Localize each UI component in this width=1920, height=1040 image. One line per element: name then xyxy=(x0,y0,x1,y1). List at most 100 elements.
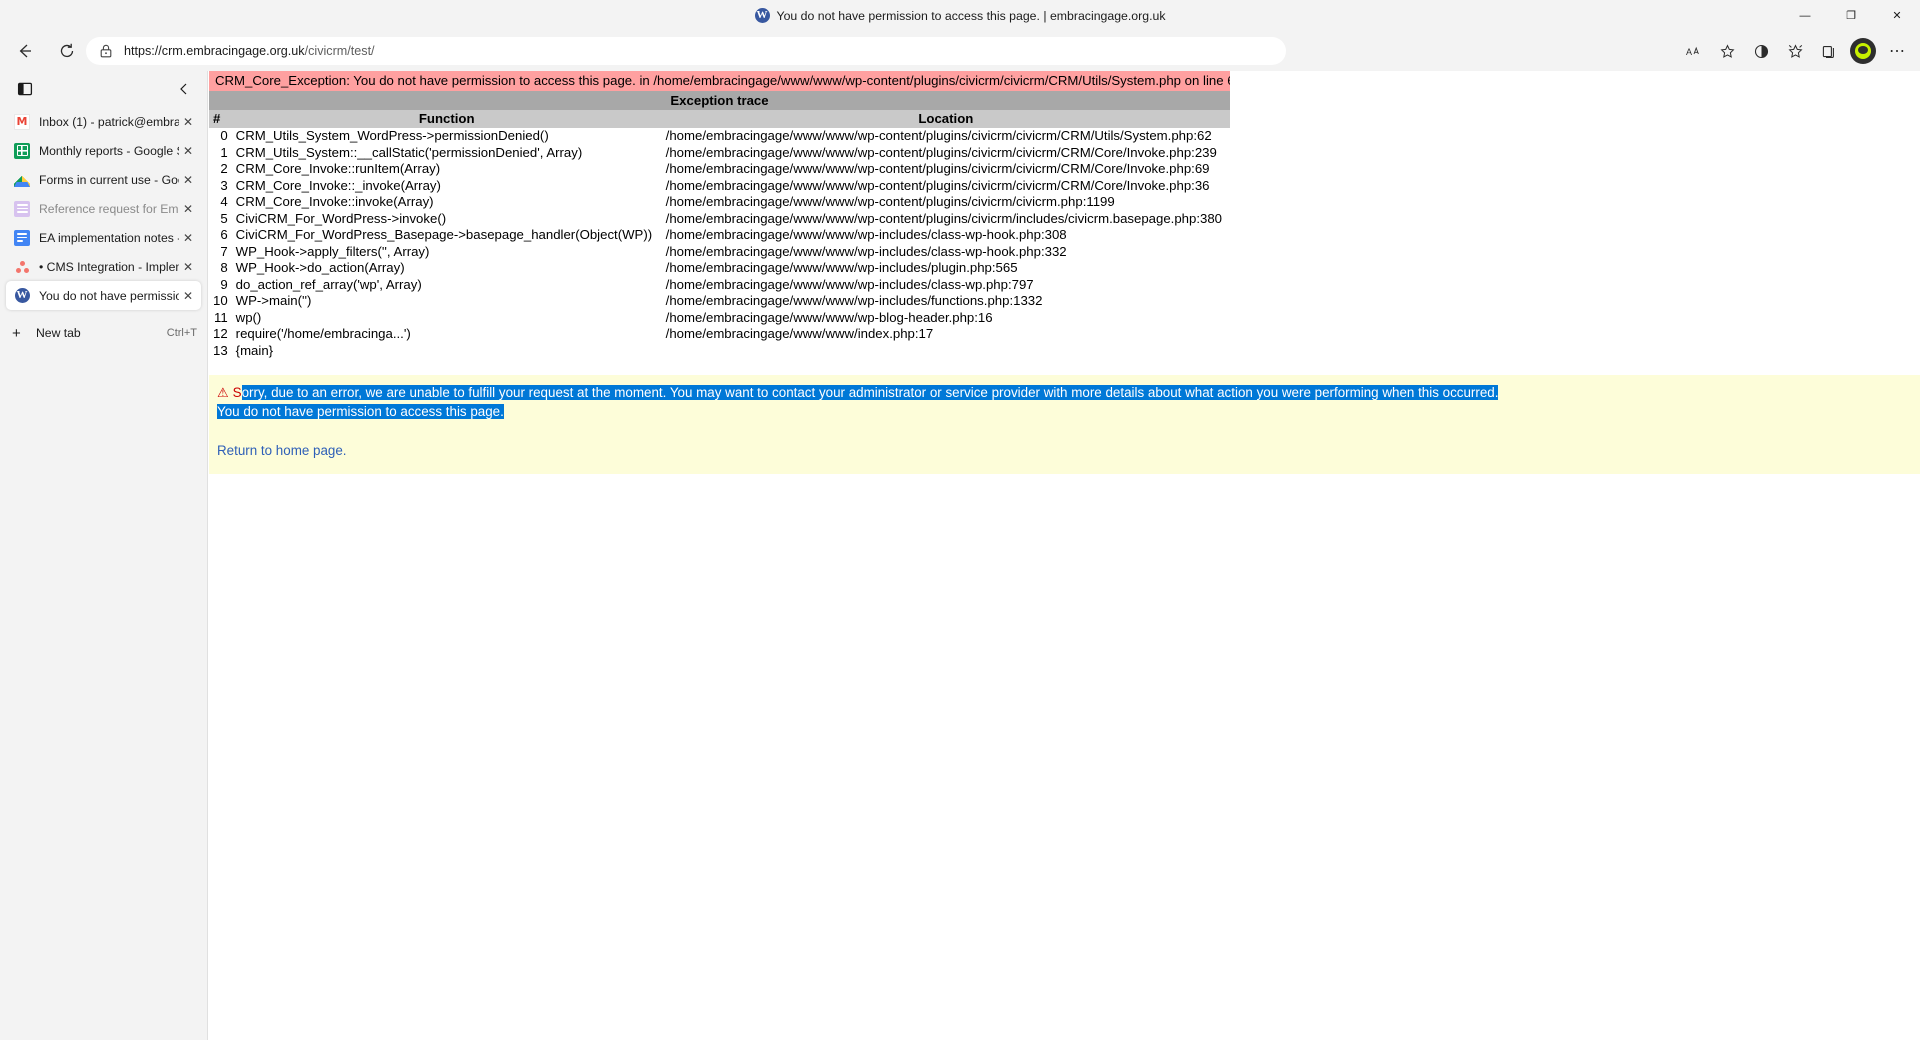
tab-label: Reference request for Embracing xyxy=(39,201,179,216)
google-drive-icon xyxy=(14,172,30,188)
wordpress-icon: W xyxy=(754,8,770,23)
return-home-link[interactable]: Return to home page. xyxy=(217,443,347,458)
gmail-icon: M xyxy=(14,113,30,130)
trace-location: /home/embracingage/www/www/wp-includes/c… xyxy=(665,276,1034,292)
tab-label: Inbox (1) - patrick@embracinga xyxy=(39,114,179,129)
back-button[interactable] xyxy=(8,36,42,66)
tab-item-active-wordpress[interactable]: W You do not have permission to ac ✕ xyxy=(6,281,201,310)
tab-item-cms-integration[interactable]: • CMS Integration - Implement a ✕ xyxy=(6,252,201,281)
tab-close-button[interactable]: ✕ xyxy=(179,171,197,189)
trace-function: CRM_Utils_System_WordPress->permissionDe… xyxy=(235,128,549,143)
tab-label: EA implementation notes - Goog xyxy=(39,230,179,245)
table-row: 8 WP_Hook->do_action(Array) /home/embracin… xyxy=(209,260,1230,277)
tab-item-google-drive[interactable]: Forms in current use - Google Dri ✕ xyxy=(6,165,201,194)
settings-and-more-icon[interactable]: ⋯ xyxy=(1882,36,1912,66)
tab-close-button[interactable]: ✕ xyxy=(179,200,197,218)
trace-index: 8 xyxy=(220,260,228,275)
table-row: 10 WP->main('') /home/embracingage/www/www… xyxy=(209,293,1230,310)
tab-item-google-forms[interactable]: Reference request for Embracing ✕ xyxy=(6,194,201,223)
column-header-function: Function xyxy=(231,110,662,128)
vertical-tabs-sidebar: M Inbox (1) - patrick@embracinga ✕ Month… xyxy=(0,71,208,1040)
trace-location: /home/embracingage/www/www/wp-content/pl… xyxy=(665,161,1210,176)
wordpress-icon: W xyxy=(14,288,30,303)
column-header-num: # xyxy=(209,110,232,128)
table-row: 6 CiviCRM_For_WordPress_Basepage->basepag… xyxy=(209,227,1230,244)
read-aloud-icon[interactable]: A xyxy=(1678,36,1708,66)
warning-lead-char: S xyxy=(232,385,242,400)
trace-index: 6 xyxy=(220,227,228,242)
tab-close-button[interactable]: ✕ xyxy=(179,113,197,131)
new-tab-shortcut: Ctrl+T xyxy=(166,327,197,339)
trace-index: 13 xyxy=(213,342,228,358)
collapse-sidebar-icon[interactable] xyxy=(171,76,197,102)
profile-avatar[interactable] xyxy=(1848,36,1878,66)
trace-location: /home/embracingage/www/www/wp-blog-heade… xyxy=(665,309,993,325)
trace-index: 11 xyxy=(213,309,228,325)
trace-function: WP_Hook->apply_filters('', Array) xyxy=(235,243,430,259)
trace-function: CRM_Core_Invoke::invoke(Array) xyxy=(235,194,434,209)
back-arrow-icon xyxy=(19,44,31,58)
minimize-button[interactable]: — xyxy=(1782,0,1828,31)
trace-location: /home/embracingage/www/www/wp-content/pl… xyxy=(665,177,1210,193)
trace-location: /home/embracingage/www/www/wp-content/pl… xyxy=(665,194,1115,209)
warning-line-2: You do not have permission to access thi… xyxy=(217,403,1912,421)
trace-location: /home/embracingage/www/www/wp-includes/c… xyxy=(665,243,1067,259)
trace-index: 3 xyxy=(220,177,228,193)
tab-actions-icon[interactable] xyxy=(12,76,38,102)
tab-close-button[interactable]: ✕ xyxy=(179,142,197,160)
trace-location: /home/embracingage/www/www/wp-includes/c… xyxy=(665,227,1067,242)
window-controls: — ❐ ✕ xyxy=(1782,0,1920,31)
url-path: /civicrm/test/ xyxy=(304,44,375,58)
page-content: CRM_Core_Exception: You do not have perm… xyxy=(209,71,1920,1040)
cluster-icon xyxy=(14,259,30,275)
trace-index: 1 xyxy=(220,144,228,160)
trace-function: require('/home/embracinga...') xyxy=(235,326,411,341)
trace-index: 2 xyxy=(220,161,228,176)
refresh-button[interactable] xyxy=(50,36,84,66)
new-tab-button[interactable]: + New tab Ctrl+T xyxy=(0,318,207,348)
add-favorite-icon[interactable] xyxy=(1712,36,1742,66)
trace-location: /home/embracingage/www/www/wp-content/pl… xyxy=(665,210,1223,226)
favorites-icon[interactable] xyxy=(1780,36,1810,66)
tab-label: You do not have permission to ac xyxy=(39,288,179,303)
address-bar[interactable]: https://crm.embracingage.org.uk/civicrm/… xyxy=(86,37,1286,65)
table-row: 13 {main} xyxy=(209,343,1230,360)
tab-list: M Inbox (1) - patrick@embracinga ✕ Month… xyxy=(0,107,207,310)
trace-index: 7 xyxy=(220,243,228,259)
trace-function: CiviCRM_For_WordPress->invoke() xyxy=(235,210,447,226)
google-forms-icon xyxy=(14,200,30,217)
trace-location: /home/embracingage/www/www/index.php:17 xyxy=(665,326,934,341)
new-tab-label: New tab xyxy=(36,326,81,340)
table-row: 7 WP_Hook->apply_filters('', Array) /home/… xyxy=(209,244,1230,261)
table-row: 1 CRM_Utils_System::__callStatic('permiss… xyxy=(209,145,1230,162)
tab-close-button[interactable]: ✕ xyxy=(179,229,197,247)
url-host: https://crm.embracingage.org.uk xyxy=(124,44,305,58)
trace-function: CRM_Core_Invoke::runItem(Array) xyxy=(235,161,441,176)
tab-label: Monthly reports - Google Sheets xyxy=(39,143,179,158)
trace-index: 4 xyxy=(220,194,228,209)
trace-location xyxy=(662,343,1230,360)
table-row: 2 CRM_Core_Invoke::runItem(Array) /home/em… xyxy=(209,161,1230,178)
tab-item-gmail[interactable]: M Inbox (1) - patrick@embracinga ✕ xyxy=(6,107,201,136)
tab-item-google-docs[interactable]: EA implementation notes - Goog ✕ xyxy=(6,223,201,252)
trace-index: 12 xyxy=(213,326,228,341)
tab-close-button[interactable]: ✕ xyxy=(179,258,197,276)
column-header-location: Location xyxy=(661,110,1230,128)
trace-index: 0 xyxy=(220,128,228,143)
google-docs-icon xyxy=(14,229,30,246)
trace-function: CiviCRM_For_WordPress_Basepage->basepage… xyxy=(235,227,653,242)
close-window-button[interactable]: ✕ xyxy=(1874,0,1920,31)
refresh-icon xyxy=(60,43,74,58)
lock-icon xyxy=(100,44,112,58)
collections-icon[interactable] xyxy=(1814,36,1844,66)
trace-function: do_action_ref_array('wp', Array) xyxy=(235,276,422,292)
sidebar-header xyxy=(0,71,207,107)
browser-essentials-icon[interactable] xyxy=(1746,36,1776,66)
window-title-group: W You do not have permission to access t… xyxy=(754,8,1165,23)
maximize-button[interactable]: ❐ xyxy=(1828,0,1874,31)
tab-label: Forms in current use - Google Dri xyxy=(39,172,179,187)
trace-function: CRM_Utils_System::__callStatic('permissi… xyxy=(235,144,583,160)
tab-item-google-sheets[interactable]: Monthly reports - Google Sheets ✕ xyxy=(6,136,201,165)
tab-close-button[interactable]: ✕ xyxy=(179,287,197,305)
url-text: https://crm.embracingage.org.uk/civicrm/… xyxy=(124,44,375,58)
